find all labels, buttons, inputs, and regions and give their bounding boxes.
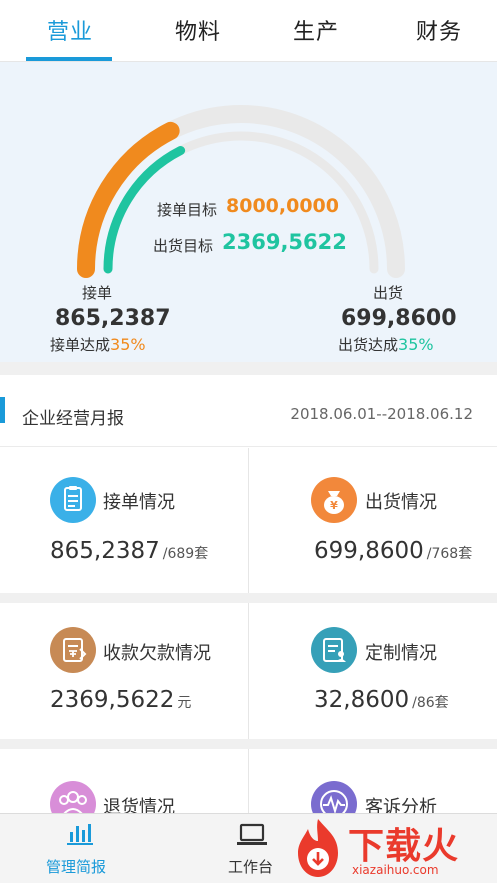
tab-materials[interactable]: 物料 — [175, 14, 221, 46]
order-target-value: 8000,0000 — [226, 195, 339, 217]
nav-label: 工作台 — [228, 858, 274, 876]
card-shipments[interactable]: ¥ 出货情况 699,8600/768套 — [249, 448, 497, 593]
monthly-report-header: 企业经营月报 2018.06.01--2018.06.12 — [0, 375, 497, 447]
card-custom-orders[interactable]: 定制情况 32,8600/86套 — [249, 603, 497, 739]
svg-text:¥: ¥ — [330, 499, 338, 512]
users-icon — [50, 781, 96, 813]
card-label: 退货情况 — [103, 797, 175, 813]
report-accent-bar — [0, 397, 5, 423]
top-tab-bar: 营业 物料 生产 财务 — [0, 0, 497, 62]
row-divider — [0, 739, 497, 749]
order-value: 865,2387 — [55, 306, 171, 331]
ship-target-label: 出货目标 — [153, 237, 214, 255]
order-label: 接单 — [82, 284, 113, 302]
watermark-text: 下载火 — [348, 826, 460, 867]
order-rate: 接单达成35% — [50, 335, 146, 354]
receipt-icon — [50, 627, 96, 673]
card-receivables[interactable]: 收款欠款情况 2369,5622 元 — [0, 603, 248, 739]
card-label: 定制情况 — [365, 643, 437, 664]
card-label: 接单情况 — [103, 492, 175, 513]
card-value: 2369,5622 元 — [50, 687, 192, 713]
tab-finance[interactable]: 财务 — [416, 14, 462, 46]
card-complaints[interactable]: 客诉分析 — [249, 749, 497, 813]
card-orders[interactable]: 接单情况 865,2387/689套 — [0, 448, 248, 593]
row-divider — [0, 593, 497, 603]
nav-label: 管理简报 — [46, 858, 107, 876]
card-label: 客诉分析 — [365, 797, 437, 813]
gauge-panel: 接单目标 8000,0000 出货目标 2369,5622 接单 865,238… — [0, 62, 497, 362]
card-value: 699,8600/768套 — [314, 538, 473, 564]
nav-management-brief[interactable]: 管理简报 — [0, 814, 124, 884]
money-bag-icon: ¥ — [311, 477, 357, 523]
card-returns[interactable]: 退货情况 — [0, 749, 248, 813]
ship-target-value: 2369,5622 — [222, 230, 347, 254]
clipboard-icon — [50, 477, 96, 523]
tab-production[interactable]: 生产 — [293, 14, 339, 46]
report-title: 企业经营月报 — [22, 409, 124, 429]
order-target-label: 接单目标 — [157, 201, 218, 219]
ship-value: 699,8600 — [341, 306, 457, 331]
card-value: 32,8600/86套 — [314, 687, 449, 713]
section-divider — [0, 362, 497, 375]
laptop-icon — [237, 823, 267, 845]
flame-logo-icon — [298, 819, 338, 877]
ship-label: 出货 — [373, 284, 404, 302]
pulse-icon — [311, 781, 357, 813]
nav-workbench[interactable]: 工作台 — [210, 814, 290, 884]
ship-rate: 出货达成35% — [338, 335, 434, 354]
watermark-logo: 下载火 xiazaihuo.com — [286, 813, 497, 883]
active-tab-indicator — [26, 57, 112, 61]
tab-business[interactable]: 营业 — [47, 14, 93, 46]
custom-doc-icon — [311, 627, 357, 673]
card-label: 出货情况 — [365, 492, 437, 513]
bar-chart-icon — [67, 824, 93, 845]
watermark-url: xiazaihuo.com — [352, 863, 439, 877]
card-label: 收款欠款情况 — [103, 643, 211, 664]
report-date-range[interactable]: 2018.06.01--2018.06.12 — [290, 405, 473, 423]
card-value: 865,2387/689套 — [50, 538, 209, 564]
